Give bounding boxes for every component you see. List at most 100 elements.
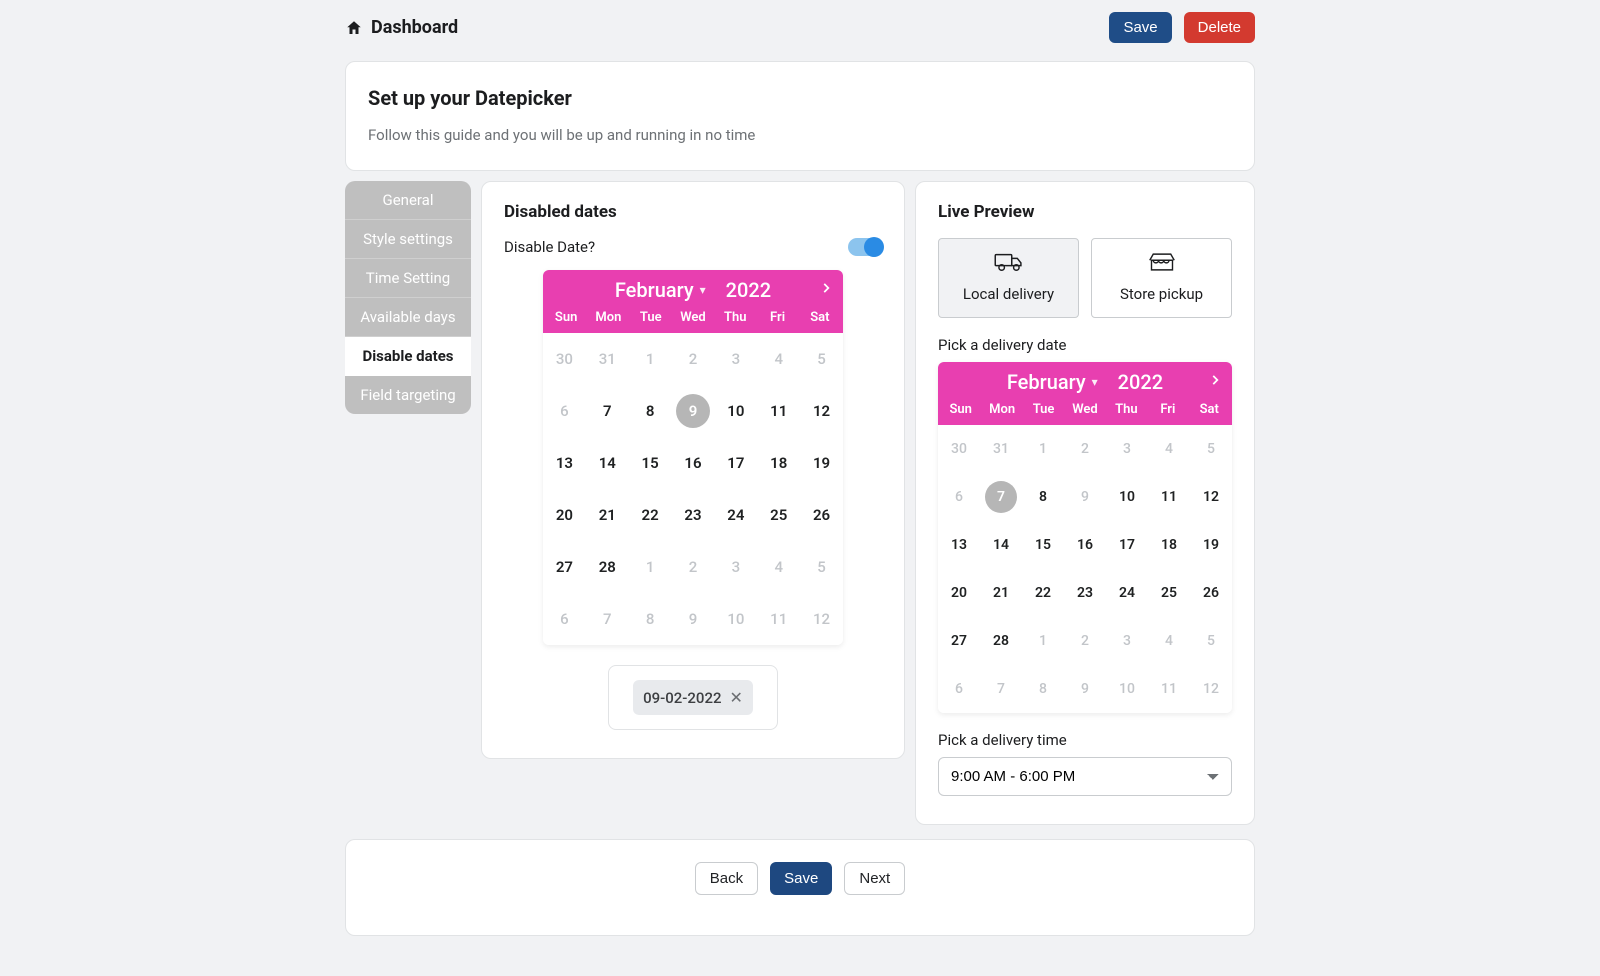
calendar-day[interactable]: 11 [1148,473,1190,521]
calendar-day[interactable]: 16 [672,437,715,489]
calendar-day[interactable]: 9 [1064,473,1106,521]
calendar-day[interactable]: 4 [757,333,800,385]
calendar-day[interactable]: 9 [672,593,715,645]
footer-save-button[interactable]: Save [770,862,832,895]
calendar-day[interactable]: 11 [757,593,800,645]
calendar-day[interactable]: 5 [1190,617,1232,665]
calendar-day[interactable]: 26 [800,489,843,541]
sidebar-item-field-targeting[interactable]: Field targeting [345,376,471,414]
calendar-day[interactable]: 24 [714,489,757,541]
calendar-day[interactable]: 2 [1064,617,1106,665]
local-delivery-card[interactable]: Local delivery [938,238,1079,318]
preview-calendar-year[interactable]: 2022 [1118,370,1163,394]
calendar-day[interactable]: 6 [938,665,980,713]
calendar-day[interactable]: 12 [800,385,843,437]
calendar-day[interactable]: 8 [1022,473,1064,521]
calendar-day[interactable]: 12 [800,593,843,645]
calendar-day[interactable]: 14 [980,521,1022,569]
calendar-day[interactable]: 10 [714,385,757,437]
calendar-day[interactable]: 11 [1148,665,1190,713]
calendar-day[interactable]: 6 [543,593,586,645]
calendar-day[interactable]: 31 [980,425,1022,473]
calendar-day[interactable]: 7 [586,593,629,645]
calendar-day[interactable]: 6 [938,473,980,521]
calendar-day[interactable]: 12 [1190,665,1232,713]
calendar-day[interactable]: 6 [543,385,586,437]
sidebar-item-time-setting[interactable]: Time Setting [345,259,471,298]
calendar-day[interactable]: 16 [1064,521,1106,569]
calendar-day[interactable]: 7 [980,665,1022,713]
calendar-day[interactable]: 26 [1190,569,1232,617]
calendar-day[interactable]: 8 [1022,665,1064,713]
calendar-day[interactable]: 11 [757,385,800,437]
calendar-day[interactable]: 22 [1022,569,1064,617]
store-pickup-card[interactable]: Store pickup [1091,238,1232,318]
sidebar-item-general[interactable]: General [345,181,471,220]
calendar-day[interactable]: 30 [543,333,586,385]
calendar-day[interactable]: 9 [1064,665,1106,713]
calendar-day[interactable]: 10 [1106,665,1148,713]
disable-date-toggle[interactable] [848,238,882,256]
calendar-day[interactable]: 21 [586,489,629,541]
calendar-day[interactable]: 5 [800,333,843,385]
calendar-day[interactable]: 19 [800,437,843,489]
calendar-day[interactable]: 28 [980,617,1022,665]
calendar-day[interactable]: 2 [672,541,715,593]
remove-chip-icon[interactable]: ✕ [730,688,743,707]
calendar-day[interactable]: 5 [800,541,843,593]
calendar-day[interactable]: 23 [672,489,715,541]
calendar-day[interactable]: 24 [1106,569,1148,617]
calendar-day[interactable]: 31 [586,333,629,385]
calendar-day[interactable]: 28 [586,541,629,593]
calendar-day[interactable]: 14 [586,437,629,489]
calendar-day[interactable]: 3 [1106,425,1148,473]
delete-button[interactable]: Delete [1184,12,1255,43]
next-button[interactable]: Next [844,862,905,895]
sidebar-item-disable-dates[interactable]: Disable dates [345,337,471,376]
calendar-day[interactable]: 5 [1190,425,1232,473]
calendar-day[interactable]: 22 [629,489,672,541]
calendar-month-select[interactable]: February ▾ [615,278,706,302]
calendar-day[interactable]: 18 [1148,521,1190,569]
calendar-day[interactable]: 13 [938,521,980,569]
calendar-day[interactable]: 7 [586,385,629,437]
calendar-day[interactable]: 15 [1022,521,1064,569]
save-button[interactable]: Save [1109,12,1171,43]
preview-calendar-month-select[interactable]: February ▾ [1007,370,1098,394]
calendar-day[interactable]: 2 [1064,425,1106,473]
calendar-day[interactable]: 13 [543,437,586,489]
calendar-day[interactable]: 20 [543,489,586,541]
calendar-year[interactable]: 2022 [726,278,771,302]
calendar-day[interactable]: 25 [757,489,800,541]
calendar-day[interactable]: 17 [1106,521,1148,569]
calendar-day[interactable]: 8 [629,593,672,645]
calendar-day[interactable]: 30 [938,425,980,473]
calendar-day[interactable]: 10 [1106,473,1148,521]
calendar-day[interactable]: 1 [629,333,672,385]
calendar-day[interactable]: 2 [672,333,715,385]
calendar-day[interactable]: 1 [629,541,672,593]
calendar-day[interactable]: 8 [629,385,672,437]
sidebar-item-style-settings[interactable]: Style settings [345,220,471,259]
calendar-day[interactable]: 27 [543,541,586,593]
calendar-day[interactable]: 18 [757,437,800,489]
calendar-day[interactable]: 10 [714,593,757,645]
calendar-day[interactable]: 3 [1106,617,1148,665]
calendar-day[interactable]: 4 [1148,425,1190,473]
calendar-day[interactable]: 23 [1064,569,1106,617]
preview-calendar-next-icon[interactable] [1208,368,1222,392]
calendar-day[interactable]: 21 [980,569,1022,617]
calendar-day[interactable]: 17 [714,437,757,489]
calendar-day[interactable]: 19 [1190,521,1232,569]
calendar-day[interactable]: 1 [1022,617,1064,665]
calendar-day[interactable]: 1 [1022,425,1064,473]
calendar-day[interactable]: 27 [938,617,980,665]
calendar-day[interactable]: 3 [714,333,757,385]
sidebar-item-available-days[interactable]: Available days [345,298,471,337]
calendar-next-icon[interactable] [819,276,833,300]
calendar-day[interactable]: 7 [980,473,1022,521]
calendar-day[interactable]: 4 [1148,617,1190,665]
back-button[interactable]: Back [695,862,758,895]
calendar-day[interactable]: 12 [1190,473,1232,521]
calendar-day[interactable]: 15 [629,437,672,489]
